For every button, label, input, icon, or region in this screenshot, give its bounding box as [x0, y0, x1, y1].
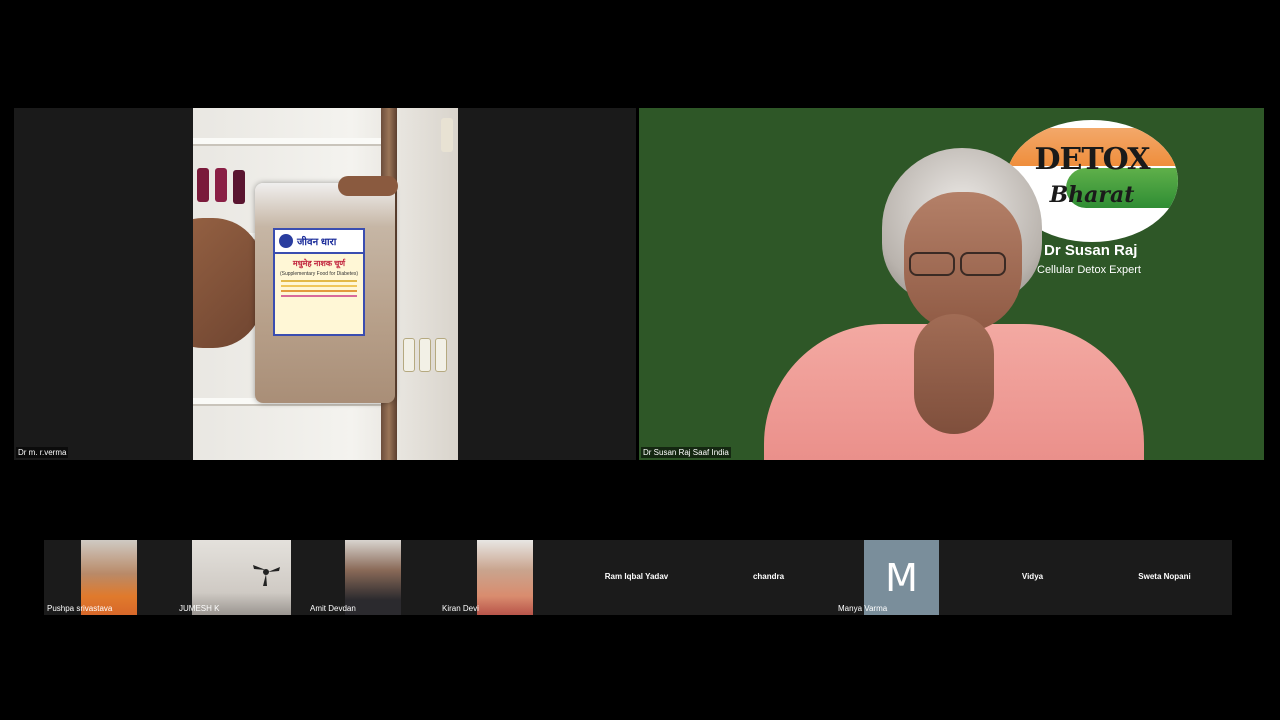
participant-name-tag: Dr Susan Raj Saaf India — [641, 447, 731, 458]
label-subtitle: (Supplementary Food for Diabetes) — [279, 271, 359, 277]
participant-video — [477, 540, 533, 615]
jar — [215, 168, 227, 202]
participant-tile[interactable]: JUMESH K — [176, 540, 307, 615]
label-brand: जीवन धारा — [297, 237, 337, 248]
participant-name: Manya Varma — [838, 604, 888, 613]
hand — [193, 218, 263, 348]
jar — [403, 338, 415, 372]
participant-tile[interactable]: Vidya — [967, 540, 1098, 615]
participant-tile[interactable]: Kiran Devi — [439, 540, 570, 615]
brand-logo-icon — [279, 234, 293, 248]
product-packet: जीवन धारा मधुमेह नाशक चूर्ण (Supplementa… — [255, 183, 395, 403]
label-product: मधुमेह नाशक चूर्ण — [292, 259, 346, 268]
participant-name-tag: Dr m. r.verma — [16, 447, 69, 458]
label-stripe — [281, 280, 357, 282]
jar — [197, 168, 209, 202]
ceiling-fan-icon — [253, 565, 280, 586]
label-stripe — [281, 290, 357, 292]
participant-tile[interactable]: M Manya Varma — [835, 540, 966, 615]
participant-video — [764, 144, 1144, 460]
label-stripe — [281, 285, 357, 287]
participant-name: JUMESH K — [179, 604, 220, 613]
participant-name: Amit Devdan — [310, 604, 356, 613]
participant-name: chandra — [752, 572, 785, 581]
participant-tile[interactable]: Pushpa srivastava — [44, 540, 175, 615]
video-tile-dr-verma[interactable]: जीवन धारा मधुमेह नाशक चूर्ण (Supplementa… — [14, 108, 636, 460]
video-tile-dr-susan-raj[interactable]: DETOX Bharat Dr Susan Raj Cellular Detox… — [639, 108, 1264, 460]
fingers — [338, 176, 398, 196]
participant-name: Kiran Devi — [442, 604, 479, 613]
participant-name: Ram Iqbal Yadav — [604, 572, 669, 581]
glasses-icon — [960, 252, 1006, 276]
label-stripe — [281, 295, 357, 297]
participant-tile[interactable]: Amit Devdan — [307, 540, 438, 615]
packet-label: जीवन धारा मधुमेह नाशक चूर्ण (Supplementa… — [273, 228, 365, 336]
shelf — [193, 138, 393, 146]
participant-tile[interactable]: Sweta Nopani — [1099, 540, 1230, 615]
hand — [914, 314, 994, 434]
participant-name: Vidya — [1021, 572, 1044, 581]
jar — [233, 170, 245, 204]
participant-tile[interactable]: chandra — [703, 540, 834, 615]
participant-tile[interactable]: Ram Iqbal Yadav — [571, 540, 702, 615]
participant-video: जीवन धारा मधुमेह नाशक चूर्ण (Supplementa… — [193, 108, 458, 460]
participant-name: Pushpa srivastava — [47, 604, 113, 613]
participant-filmstrip: Pushpa srivastava JUMESH K Amit Devdan K… — [44, 540, 1232, 615]
label-header: जीवन धारा — [275, 230, 363, 254]
avatar-initial: M — [885, 555, 918, 600]
jar — [435, 338, 447, 372]
participant-name: Sweta Nopani — [1138, 572, 1191, 581]
glasses-icon — [909, 252, 955, 276]
jar — [441, 118, 453, 152]
jar — [419, 338, 431, 372]
